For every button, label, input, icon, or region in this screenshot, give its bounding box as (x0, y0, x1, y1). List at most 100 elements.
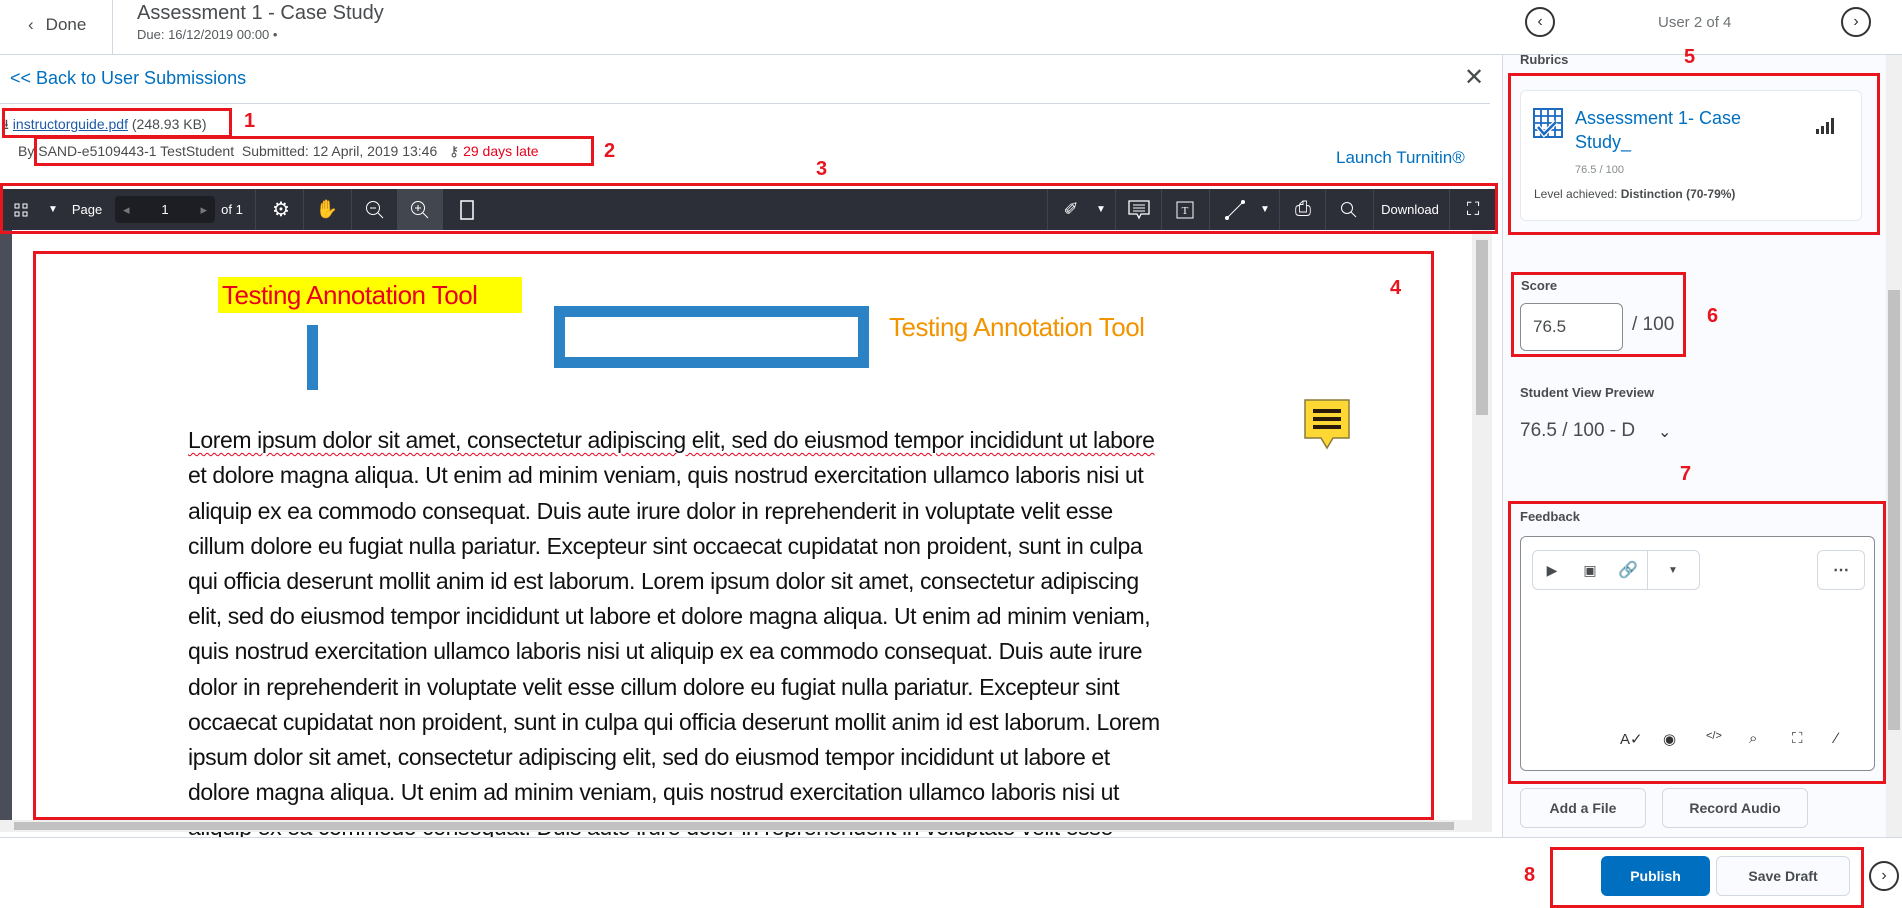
rubric-title-link[interactable]: Assessment 1- Case Study_ (1575, 106, 1775, 154)
previous-user-button[interactable]: ‹ (1525, 7, 1555, 37)
add-file-button[interactable]: Add a File (1520, 788, 1646, 828)
done-label: Done (45, 15, 87, 34)
zoom-out-icon[interactable] (353, 189, 397, 230)
text-line: ipsum dolor sit amet, consectetur adipis… (188, 744, 1110, 771)
launch-turnitin-link[interactable]: Launch Turnitin® (1336, 148, 1465, 168)
record-audio-button[interactable]: Record Audio (1662, 788, 1808, 828)
next-user-button[interactable]: › (1841, 7, 1871, 37)
text-line: dolore magna aliqua. Ut enim ad minim ve… (188, 779, 1120, 806)
fullscreen-icon[interactable]: ⛶ (1453, 189, 1493, 230)
freehand-pen-icon[interactable]: ✐ (1053, 189, 1089, 230)
search-icon[interactable] (1327, 189, 1371, 230)
zoom-in-icon[interactable] (397, 189, 443, 230)
level-achieved: Level achieved: Distinction (70-79%) (1534, 187, 1735, 201)
callout-number: 5 (1684, 46, 1696, 68)
text-line: aliquip ex ea commodo consequat. Duis au… (188, 497, 1113, 524)
print-icon[interactable]: ⎙ (1281, 189, 1325, 230)
pdf-toolbar: ▼ Page ◂ 1 ▸ of 1 ⚙ ✋ ✐ ▼ T ▼ ⎙ Download ⛶ (3, 189, 1495, 230)
text-annotation[interactable]: Testing Annotation Tool (889, 312, 1145, 343)
student-view-preview-label: Student View Preview (1520, 385, 1655, 400)
file-size: (248.93 KB) (131, 116, 207, 132)
callout-number: 4 (1390, 277, 1402, 299)
done-button[interactable]: ‹ Done (28, 15, 86, 35)
score-input[interactable]: 76.5 (1520, 303, 1623, 351)
due-date: Due: 16/12/2019 00:00 • (137, 27, 278, 42)
close-icon[interactable]: ✕ (1464, 66, 1484, 90)
submission-info: By SAND-e5109443-1 TestStudent Submitted… (18, 143, 539, 160)
svg-text:T: T (1182, 205, 1189, 217)
file-link[interactable]: instructorguide.pdf (13, 116, 128, 132)
fullscreen-icon[interactable]: ⛶ (1792, 730, 1812, 748)
text-line: occaecat cupidatat non proident, sunt in… (188, 708, 1160, 735)
editor-insert-toolbar: ▶ ▣ 🔗 ▼ (1532, 550, 1700, 590)
prev-page-icon[interactable]: ◂ (123, 202, 130, 218)
chevron-left-icon: ‹ (28, 15, 34, 34)
chevron-down-icon[interactable]: ⌄ (1658, 422, 1671, 442)
score-label: Score (1521, 278, 1558, 293)
text-line: qui officia deserunt mollit anim id est … (188, 568, 1139, 595)
divider (112, 0, 113, 55)
caret-down-icon[interactable]: ▼ (1091, 189, 1111, 230)
save-draft-button[interactable]: Save Draft (1716, 856, 1850, 896)
scrollbar-thumb[interactable] (1888, 290, 1900, 730)
pan-hand-icon[interactable]: ✋ (305, 189, 349, 230)
rubric-grid-icon (1533, 108, 1563, 138)
caret-down-icon[interactable]: ▼ (1648, 565, 1698, 576)
next-page-icon[interactable]: ▸ (200, 202, 207, 218)
publish-button[interactable]: Publish (1601, 856, 1710, 896)
single-page-icon[interactable] (445, 189, 489, 230)
viewer-gutter (0, 230, 12, 820)
feedback-label: Feedback (1520, 509, 1580, 524)
student-view-preview-value: 76.5 / 100 - D (1520, 420, 1636, 441)
rectangle-annotation[interactable] (554, 306, 869, 368)
settings-icon[interactable]: ⚙ (259, 189, 303, 230)
download-button[interactable]: Download (1375, 189, 1445, 230)
divider (0, 103, 1490, 104)
more-options-icon[interactable]: ⋯ (1817, 550, 1865, 590)
file-row: ⭳ instructorguide.pdf (248.93 KB) (4, 114, 207, 138)
highlight-annotation[interactable]: Testing Annotation Tool (218, 277, 522, 313)
caret-down-icon[interactable]: ▼ (45, 189, 61, 230)
text-line: quis nostrud exercitation ullamco labori… (188, 638, 1143, 665)
resize-handle-icon[interactable]: ∕ (1835, 730, 1855, 748)
text-line: dolor in reprehenderit in voluptate veli… (188, 673, 1120, 700)
page-input[interactable]: 1 (161, 202, 168, 217)
text-line: cillum dolore eu fugiat nulla pariatur. … (188, 532, 1143, 559)
bar-annotation[interactable] (307, 325, 318, 390)
level-value: Distinction (70-79%) (1620, 187, 1736, 201)
document-text: Lorem ipsum dolor sit amet, consectetur … (188, 388, 1160, 881)
insert-video-icon[interactable]: ▶ (1533, 562, 1571, 579)
thumbnails-icon[interactable] (9, 189, 33, 230)
line-tool-icon[interactable] (1213, 189, 1257, 230)
by-label: By (18, 143, 35, 159)
caret-down-icon[interactable]: ▼ (1255, 189, 1275, 230)
rubric-score: 76.5 / 100 (1575, 164, 1624, 176)
page-label: Page (71, 202, 103, 217)
rubrics-label: Rubrics (1520, 52, 1569, 67)
callout-number: 8 (1524, 864, 1536, 886)
next-user-footer-button[interactable]: › (1869, 861, 1899, 891)
comment-icon[interactable] (1117, 189, 1161, 230)
callout-number: 7 (1680, 463, 1692, 485)
score-out-of: / 100 (1632, 314, 1675, 335)
text-box-icon[interactable]: T (1163, 189, 1207, 230)
key-icon: ⚷ (448, 143, 460, 159)
callout-number: 2 (604, 140, 616, 162)
callout-number: 3 (816, 158, 828, 180)
late-badge: 29 days late (463, 143, 539, 159)
sticky-note-icon[interactable] (1302, 398, 1352, 453)
spellcheck-icon[interactable]: A✓ (1620, 730, 1643, 748)
scrollbar-thumb[interactable] (14, 822, 1454, 830)
find-icon[interactable]: ⌕ (1749, 730, 1769, 748)
insert-link-icon[interactable]: 🔗 (1609, 560, 1647, 580)
preview-icon[interactable]: ◉ (1663, 730, 1683, 748)
insert-image-icon[interactable]: ▣ (1571, 562, 1609, 579)
page-count: of 1 (221, 202, 243, 217)
submitted-date: Submitted: 12 April, 2019 13:46 (241, 143, 438, 159)
page-title: Assessment 1 - Case Study (137, 2, 384, 24)
back-to-submissions-link[interactable]: << Back to User Submissions (10, 68, 246, 89)
source-code-icon[interactable]: </> (1706, 730, 1726, 748)
user-counter: User 2 of 4 (1658, 14, 1732, 31)
page-navigator: ◂ 1 ▸ (115, 196, 215, 223)
scrollbar-thumb[interactable] (1476, 240, 1488, 415)
